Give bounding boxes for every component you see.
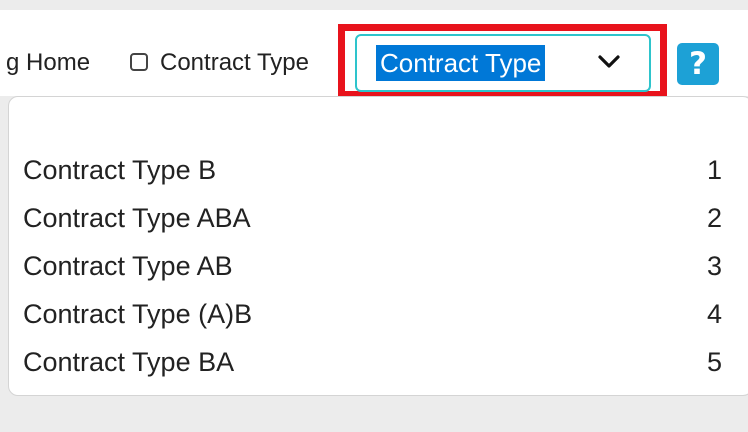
- dropdown-option[interactable]: Contract Type (A)B 4: [8, 290, 748, 338]
- option-number: 2: [706, 203, 722, 233]
- dropdown-option[interactable]: Contract Type BA 5: [8, 338, 748, 386]
- option-label: Contract Type (A)B: [23, 299, 253, 329]
- option-number: 4: [706, 299, 722, 329]
- dropdown-option[interactable]: Contract Type AB 3: [8, 242, 748, 290]
- option-number: 1: [706, 155, 722, 185]
- option-label: Contract Type BA: [23, 347, 235, 377]
- option-label: Contract Type B: [23, 155, 217, 185]
- page: g Home Contract Type Contract Type ? Con…: [0, 0, 748, 432]
- select-selected-value: Contract Type: [376, 45, 546, 81]
- contract-type-checkbox-label[interactable]: Contract Type: [160, 43, 309, 83]
- help-button[interactable]: ?: [677, 43, 719, 85]
- option-number: 3: [706, 251, 722, 281]
- option-number: 5: [706, 347, 722, 377]
- home-filter-label: g Home: [6, 49, 91, 76]
- dropdown-option[interactable]: Contract Type ABA 2: [8, 194, 748, 242]
- contract-type-checkbox[interactable]: [130, 53, 148, 71]
- option-label: Contract Type ABA: [23, 203, 251, 233]
- dropdown-option-list: Contract Type B 1 Contract Type ABA 2 Co…: [8, 146, 748, 386]
- chevron-down-icon[interactable]: [595, 50, 623, 74]
- help-icon: ?: [689, 46, 707, 82]
- option-label: Contract Type AB: [23, 251, 233, 281]
- dropdown-option[interactable]: Contract Type B 1: [8, 146, 748, 194]
